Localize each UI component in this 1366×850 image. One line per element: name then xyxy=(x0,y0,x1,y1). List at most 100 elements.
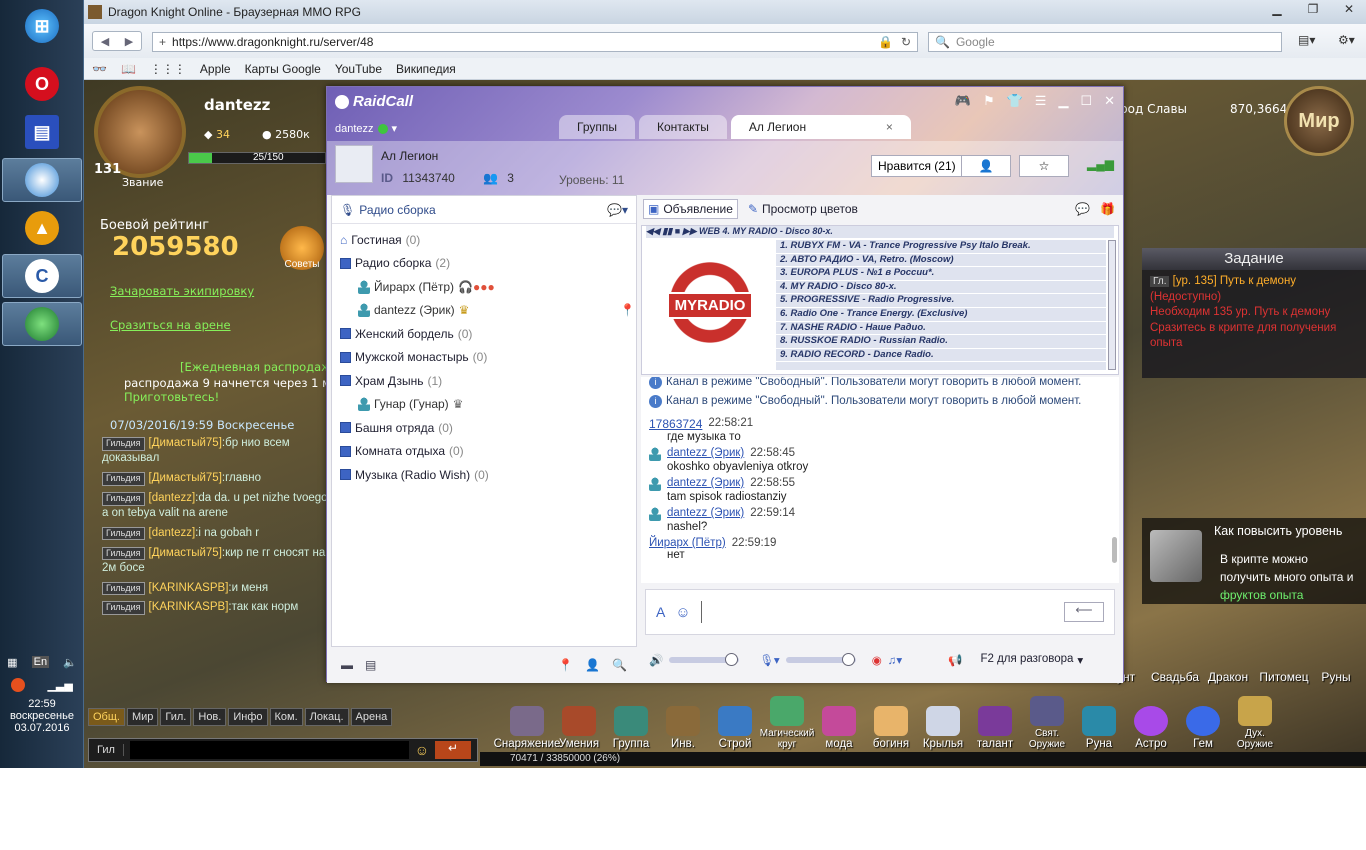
mic-volume-slider[interactable] xyxy=(785,653,856,666)
collapse-all-icon[interactable]: ▬ xyxy=(341,658,353,672)
rc-maximize-button[interactable]: ☐ xyxy=(1080,93,1092,109)
gamepad-icon[interactable]: 🎮 xyxy=(955,93,971,109)
room-collapse-icon[interactable] xyxy=(340,469,351,481)
room-collapse-icon[interactable] xyxy=(340,328,351,340)
menu-holy-weapon[interactable]: Свят. Оружие xyxy=(1024,696,1070,750)
room-user[interactable]: Йирарх (Пётр) 🎧●●● xyxy=(340,275,628,299)
room-tower[interactable]: Башня отряда (0) xyxy=(340,416,628,440)
menu-gem[interactable]: Гем xyxy=(1180,696,1226,750)
menu-dragon[interactable]: Дракон xyxy=(1204,636,1252,684)
settings-icon[interactable]: ⚙▾ xyxy=(1338,33,1355,47)
font-icon[interactable]: A xyxy=(656,604,665,620)
room-rest[interactable]: Комната отдыха (0) xyxy=(340,440,628,464)
room-collapse-icon[interactable] xyxy=(340,375,351,387)
menu-formation[interactable]: Строй xyxy=(712,696,758,750)
station-item[interactable]: 4. MY RADIO - Disco 80-x. xyxy=(776,281,1106,295)
link-enchant[interactable]: Зачаровать экипировку xyxy=(110,284,254,298)
keyboard-icon[interactable]: ▦ xyxy=(7,656,17,669)
menu-pet[interactable]: Питомец xyxy=(1256,636,1312,684)
megaphone-icon[interactable]: 📢 xyxy=(948,653,962,667)
bookmark-wikipedia[interactable]: Википедия xyxy=(396,62,456,76)
menu-wings[interactable]: Крылья xyxy=(920,696,966,750)
emoji-icon[interactable]: ☺ xyxy=(675,604,690,621)
chat-sender[interactable]: [Димастый75] xyxy=(149,547,222,559)
station-item[interactable]: 7. NASHE RADIO - Наше Радио. xyxy=(776,322,1106,336)
taskbar-game[interactable]: ▲ xyxy=(2,206,82,250)
chevron-down-icon[interactable]: ▾ xyxy=(392,122,398,135)
gift-icon[interactable]: 🎁 xyxy=(1100,202,1115,216)
player-buttons-icon[interactable]: ◀◀ ▮▮ ■ ▶▶ xyxy=(646,226,699,236)
announcement-button[interactable]: ▣ Объявление xyxy=(643,199,738,219)
station-item[interactable]: 3. EUROPA PLUS - №1 в России*. xyxy=(776,267,1106,281)
menu-rune[interactable]: Руна xyxy=(1076,696,1122,750)
chat-sender[interactable]: [Димастый75] xyxy=(149,437,222,449)
search-input[interactable]: 🔍 Google xyxy=(928,32,1282,52)
station-item[interactable]: 5. PROGRESSIVE - Radio Progressive. xyxy=(776,294,1106,308)
message-input[interactable] xyxy=(700,601,1054,623)
tips-button[interactable]: Советы xyxy=(280,226,324,270)
chat-sender[interactable]: [KARINKASPB] xyxy=(149,582,229,594)
chat-tab-arena[interactable]: Арена xyxy=(350,708,393,726)
room-music[interactable]: Музыка (Radio Wish) (0) xyxy=(340,463,628,487)
menu-skills[interactable]: Умения xyxy=(556,696,602,750)
game-canvas[interactable]: 131 Звание dantezz ◆ 34 ● 2580к 25/150 Б… xyxy=(84,80,1366,768)
room-collapse-icon[interactable] xyxy=(340,422,351,434)
reader-icon[interactable]: 👓 xyxy=(92,62,107,76)
clock-time[interactable]: 22:59 xyxy=(0,698,84,710)
menu-group[interactable]: Группа xyxy=(608,696,654,750)
chat-sender[interactable]: [dantezz] xyxy=(149,527,196,539)
chat-bubble-icon[interactable]: 💬 xyxy=(1075,202,1090,216)
chat-tab-guild[interactable]: Гил. xyxy=(160,708,192,726)
menu-runes[interactable]: Руны xyxy=(1316,636,1356,684)
chat-tab-info[interactable]: Инфо xyxy=(228,708,268,726)
chat-input[interactable] xyxy=(129,741,409,759)
chat-sender[interactable]: [dantezz] xyxy=(149,492,196,504)
station-item[interactable]: 2. АВТО РАДИО - VA, Retro. (Moscow) xyxy=(776,254,1106,268)
chat-scrollbar[interactable] xyxy=(1112,537,1117,563)
menu-goddess[interactable]: богиня xyxy=(868,696,914,750)
talk-mode-select[interactable]: F2 для разговора ▾ xyxy=(980,653,1083,667)
skin-icon[interactable]: 👕 xyxy=(1007,93,1023,109)
radio-player[interactable]: ◀◀ ▮▮ ■ ▶▶ WEB 4. MY RADIO - Disco 80-x.… xyxy=(641,225,1119,375)
user-filter-icon[interactable]: 👤 xyxy=(585,658,600,672)
forward-button[interactable]: ▶ xyxy=(117,32,141,50)
volume-icon[interactable]: 🔈 xyxy=(63,656,77,669)
rc-close-button[interactable]: ✕ xyxy=(1104,93,1115,109)
list-view-icon[interactable]: ▤ xyxy=(365,658,376,672)
quest-line-1[interactable]: [ур. 135] Путь к демону xyxy=(1173,275,1296,287)
station-item[interactable]: 8. RUSSKOE RADIO - Russian Radio. xyxy=(776,335,1106,349)
notes-icon[interactable]: ☰ xyxy=(1035,93,1047,109)
world-map-button[interactable]: Мир xyxy=(1284,86,1354,156)
search-room-icon[interactable]: 🔍 xyxy=(612,658,627,672)
room-collapse-icon[interactable] xyxy=(340,445,351,457)
slider-thumb[interactable] xyxy=(841,653,855,666)
room-radio[interactable]: Радио сборка (2) xyxy=(340,252,628,276)
language-indicator[interactable]: En xyxy=(31,656,50,668)
station-item[interactable]: 6. Radio One - Trance Energy. (Exclusive… xyxy=(776,308,1106,322)
menu-spirit-weapon[interactable]: Дух. Оружие xyxy=(1232,696,1278,750)
chat-sender[interactable]: [KARINKASPB] xyxy=(149,601,229,613)
bookmark-youtube[interactable]: YouTube xyxy=(335,62,382,76)
message-author[interactable]: dantezz (Эрик) xyxy=(667,477,744,491)
book-icon[interactable]: 📖 xyxy=(121,62,136,76)
start-button[interactable]: ⊞ xyxy=(2,4,82,48)
rc-minimize-button[interactable]: ▁ xyxy=(1058,93,1068,109)
add-member-button[interactable]: 👤 xyxy=(961,155,1011,177)
view-colors-button[interactable]: ✎ Просмотр цветов xyxy=(748,202,858,216)
tab-close-icon[interactable]: × xyxy=(886,120,893,134)
room-womens[interactable]: Женский бордель (0) xyxy=(340,322,628,346)
favorite-button[interactable]: ☆ xyxy=(1019,155,1069,177)
chat-channel-label[interactable]: Гил xyxy=(89,744,124,756)
menu-wedding[interactable]: Свадьба xyxy=(1150,636,1200,684)
bookmark-apple[interactable]: Apple xyxy=(200,62,231,76)
signal-icon[interactable]: ▁▃▅ xyxy=(47,679,72,692)
mic-muted-icon[interactable]: 🎙▾ xyxy=(759,653,779,667)
tray-app-icon[interactable] xyxy=(11,678,26,692)
reload-icon[interactable]: ↻ xyxy=(901,35,911,49)
add-bookmark-icon[interactable]: + xyxy=(159,35,166,49)
minimize-button[interactable]: ▁ xyxy=(1264,0,1290,18)
room-collapse-icon[interactable] xyxy=(340,351,351,363)
slider-thumb[interactable] xyxy=(725,653,739,666)
music-icon[interactable]: ♫▾ xyxy=(888,653,902,667)
menu-equipment[interactable]: Снаряжение xyxy=(494,696,560,750)
